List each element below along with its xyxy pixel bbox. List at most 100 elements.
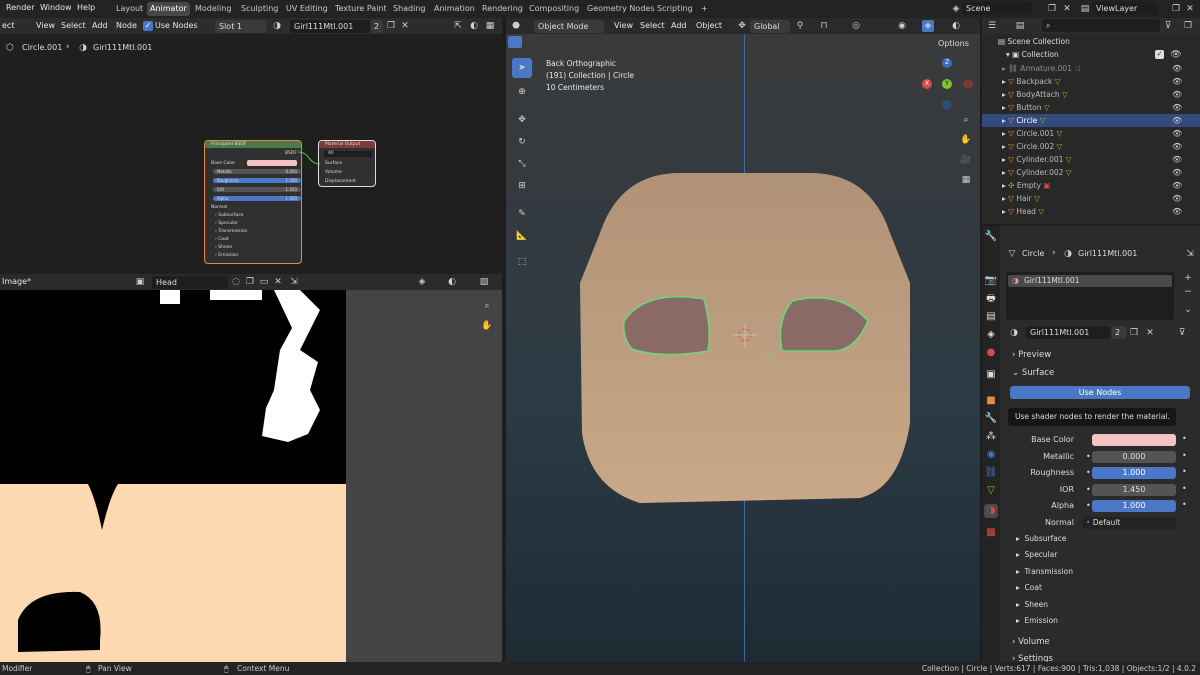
use-nodes-button[interactable]: Use Nodes — [1010, 386, 1190, 399]
unlink-icon[interactable]: ✕ — [399, 20, 411, 32]
collection-eye-icon[interactable]: 👁 — [1170, 49, 1182, 61]
gizmo-neg-z[interactable] — [942, 100, 952, 110]
outliner-item-button[interactable]: ▸ ▽ Button ▽ — [1002, 101, 1200, 114]
pin-image-icon[interactable]: ⇲ — [288, 276, 300, 288]
sheen-subpanel[interactable]: ▸ Sheen — [1016, 600, 1048, 609]
bsdf-roughness-slider[interactable]: Roughness 1.000 — [213, 178, 301, 183]
outliner-item-backpack[interactable]: ▸ ▽ Backpack ▽ — [1002, 75, 1200, 88]
annotate-tool-icon[interactable]: ✎ — [512, 204, 532, 224]
camera-view-icon[interactable]: 🎥 — [958, 154, 974, 170]
pivot-icon[interactable]: ⚲ — [794, 20, 806, 32]
gizmo-y-axis[interactable]: Y — [942, 79, 952, 89]
bsdf-sub-2[interactable]: › Transmission — [215, 229, 247, 234]
add-workspace-button[interactable]: + — [698, 2, 711, 16]
texture-tab-icon[interactable]: ▩ — [984, 526, 998, 540]
tab-layout[interactable]: Layout — [113, 2, 146, 16]
bsdf-sub-1[interactable]: › Specular — [215, 221, 238, 226]
perspective-toggle-icon[interactable]: ▦ — [958, 174, 974, 190]
new-collection-icon[interactable]: ❐ — [1182, 20, 1194, 32]
gizmo-icon[interactable]: ◈ — [416, 276, 428, 288]
bsdf-ior-slider[interactable]: IOR 1.450 — [213, 187, 301, 192]
data-tab-icon[interactable]: ▽ — [984, 484, 998, 498]
outliner-item-hair[interactable]: ▸ ▽ Hair ▽ — [1002, 192, 1200, 205]
fake-user-icon[interactable]: ◌ — [230, 276, 242, 288]
new-scene-icon[interactable]: ❐ — [1046, 3, 1058, 15]
zoom-icon[interactable]: ⌕ — [481, 300, 493, 312]
emission-subpanel[interactable]: ▸ Emission — [1016, 616, 1058, 625]
outliner-item-cylinder-001[interactable]: ▸ ▽ Cylinder.001 ▽ — [1002, 153, 1200, 166]
pin-icon[interactable]: ⇱ — [452, 20, 464, 32]
normal-field[interactable]: • Default — [1082, 517, 1176, 529]
metallic-slider[interactable]: 0.000 — [1092, 451, 1176, 463]
visibility-column[interactable]: 👁 👁 👁 👁 👁 👁 👁 👁 👁 👁 👁 👁 — [1172, 62, 1184, 224]
node-menu-add[interactable]: Add — [92, 21, 108, 30]
new-image-icon[interactable]: ❐ — [244, 276, 256, 288]
snap-magnet-icon[interactable]: ⊓ — [818, 20, 830, 32]
alpha-slider[interactable]: 1.000 — [1092, 500, 1176, 512]
cursor-tool-icon[interactable]: ⊕ — [512, 82, 532, 102]
node-menu-object[interactable]: ect — [2, 21, 14, 30]
outliner-item-circle[interactable]: ▸ ▽ Circle ▽ — [982, 114, 1200, 127]
open-image-icon[interactable]: ▭ — [258, 276, 270, 288]
render-tab-icon[interactable]: 📷 — [984, 274, 998, 288]
remove-slot-icon[interactable]: − — [1182, 286, 1194, 298]
node-menu-node[interactable]: Node — [116, 21, 137, 30]
material-sphere-icon[interactable]: ◑ — [271, 20, 283, 32]
principled-bsdf-node[interactable]: Principled BSDF BSDF Base Color Metallic… — [204, 140, 302, 264]
alpha-dot[interactable]: • — [1086, 501, 1091, 510]
modifier-tab-icon[interactable]: 🔧 — [984, 412, 998, 426]
base-color-swatch[interactable] — [1092, 434, 1176, 446]
visibility-icon[interactable]: ◉ — [896, 20, 908, 32]
filter-icon[interactable]: ⊽ — [1162, 20, 1174, 32]
3d-viewport[interactable]: ⬣ Object Mode View Select Add Object ✥ G… — [506, 18, 980, 662]
gizmo-neg-x[interactable] — [963, 79, 973, 89]
outliner-item-circle-001[interactable]: ▸ ▽ Circle.001 ▽ — [1002, 127, 1200, 140]
snap-icon[interactable]: ▦ — [484, 20, 496, 32]
gizmo-toggle-icon[interactable]: ◈ — [922, 20, 934, 32]
outliner-item-head[interactable]: ▸ ▽ Head ▽ — [1002, 205, 1200, 218]
unlink-material-icon[interactable]: ✕ — [1144, 327, 1156, 339]
select-tool-icon[interactable]: ➤ — [512, 58, 532, 78]
close-layer-icon[interactable]: ✕ — [1184, 3, 1196, 15]
material-name-field[interactable]: Girl111Mtl.001 — [290, 20, 370, 33]
add-cube-tool-icon[interactable]: ⬚ — [512, 252, 532, 272]
transform-orientation-dropdown[interactable]: Global — [750, 20, 790, 33]
image-name-field[interactable]: Head — [152, 276, 228, 289]
collection-tab-icon[interactable]: ▣ — [984, 368, 998, 382]
properties-editor[interactable]: 🔧 📷 🖶 ▤ ◈ ● ▣ ■ 🔧 ⁂ ◉ ⛓ ▽ ◑ ▩ ▽ Circle ›… — [982, 226, 1200, 664]
viewport-menu-add[interactable]: Add — [671, 21, 687, 30]
constraints-tab-icon[interactable]: ⛓ — [984, 466, 998, 480]
tab-modeling[interactable]: Modeling — [192, 2, 234, 16]
scale-tool-icon[interactable]: ⤡ — [512, 154, 532, 174]
tab-compositing[interactable]: Compositing — [526, 2, 582, 16]
material-output-node[interactable]: Material Output All Surface Volume Displ… — [318, 140, 376, 187]
specular-subpanel[interactable]: ▸ Specular — [1016, 550, 1057, 559]
bsdf-sub-5[interactable]: › Emission — [215, 253, 238, 258]
bsdf-sub-4[interactable]: › Sheen — [215, 245, 232, 250]
scene-field[interactable]: Scene — [962, 2, 1032, 15]
bsdf-alpha-slider[interactable]: Alpha 1.000 — [213, 196, 301, 201]
outliner[interactable]: ☰ ▤ ⌕ ⊽ ❐ ▤ Scene Collection ▾ ▣ Collect… — [982, 18, 1200, 224]
outliner-item-cylinder-002[interactable]: ▸ ▽ Cylinder.002 ▽ — [1002, 166, 1200, 179]
rotate-tool-icon[interactable]: ↻ — [512, 132, 532, 152]
tab-shading[interactable]: Shading — [390, 2, 429, 16]
menu-window[interactable]: Window — [40, 3, 72, 12]
output-tab-icon[interactable]: 🖶 — [984, 292, 998, 306]
bsdf-metallic-slider[interactable]: Metallic 0.000 — [213, 169, 301, 174]
outliner-item-bodyattach[interactable]: ▸ ▽ BodyAttach ▽ — [1002, 88, 1200, 101]
coat-subpanel[interactable]: ▸ Coat — [1016, 583, 1042, 592]
unlink-image-icon[interactable]: ✕ — [272, 276, 284, 288]
material-slot-item[interactable]: Girl111Mtl.001 — [1008, 275, 1172, 287]
metallic-link-dot[interactable]: • — [1182, 451, 1187, 460]
menu-render[interactable]: Render — [6, 3, 34, 12]
viewport-menu-view[interactable]: View — [614, 21, 633, 30]
tab-animation[interactable]: Animation — [431, 2, 478, 16]
roughness-link-dot[interactable]: • — [1182, 467, 1187, 476]
outliner-item-circle-002[interactable]: ▸ ▽ Circle.002 ▽ — [1002, 140, 1200, 153]
menu-help[interactable]: Help — [77, 3, 95, 12]
transmission-subpanel[interactable]: ▸ Transmission — [1016, 567, 1073, 576]
overlay-image-icon[interactable]: ◐ — [446, 276, 458, 288]
editor-type-icon[interactable]: ⬣ — [510, 20, 522, 32]
scene-tab-icon[interactable]: ◈ — [984, 328, 998, 342]
ior-field[interactable]: 1.450 — [1092, 484, 1176, 496]
